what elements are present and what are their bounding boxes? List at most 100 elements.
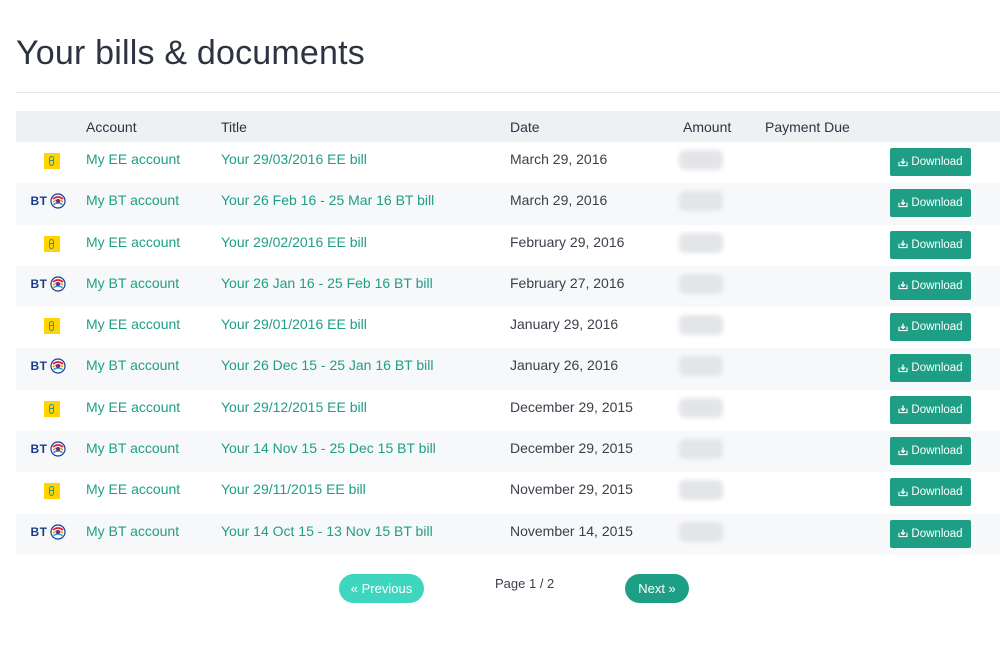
provider-logo-cell	[16, 142, 86, 183]
account-link[interactable]: My BT account	[86, 192, 179, 208]
action-cell: Download	[890, 431, 1000, 472]
title-cell: Your 26 Feb 16 - 25 Mar 16 BT bill	[221, 183, 510, 224]
action-cell: Download	[890, 225, 1000, 266]
bt-logo-text: BT	[30, 524, 48, 539]
bill-title-link[interactable]: Your 29/02/2016 EE bill	[221, 234, 367, 250]
bill-title-link[interactable]: Your 14 Oct 15 - 13 Nov 15 BT bill	[221, 523, 433, 539]
header-title: Title	[221, 119, 247, 135]
action-cell: Download	[890, 514, 1000, 555]
download-button-label: Download	[911, 238, 963, 251]
bill-title-link[interactable]: Your 26 Jan 16 - 25 Feb 16 BT bill	[221, 275, 433, 291]
download-button[interactable]: Download	[890, 271, 971, 300]
bt-logo-icon: BT	[31, 358, 66, 375]
payment-due-cell	[765, 183, 890, 224]
download-button[interactable]: Download	[890, 148, 971, 176]
amount-cell	[679, 348, 765, 389]
account-link[interactable]: My EE account	[86, 151, 180, 167]
amount-cell	[679, 225, 765, 266]
account-cell: My EE account	[86, 307, 221, 348]
table-row: My EE account Your 29/11/2015 EE bill No…	[16, 472, 1000, 513]
provider-logo-cell	[16, 307, 86, 348]
title-cell: Your 26 Dec 15 - 25 Jan 16 BT bill	[221, 348, 510, 389]
page-indicator: Page 1 / 2	[495, 576, 555, 591]
download-button[interactable]: Download	[890, 437, 971, 466]
amount-cell	[679, 472, 765, 513]
bill-title-link[interactable]: Your 29/11/2015 EE bill	[221, 481, 366, 497]
download-icon	[898, 158, 908, 166]
download-button[interactable]: Download	[890, 354, 971, 383]
bt-logo-text: BT	[30, 276, 48, 291]
download-button[interactable]: Download	[890, 395, 971, 424]
bt-globe-icon	[49, 441, 66, 457]
amount-cell	[679, 514, 765, 555]
bill-title-link[interactable]: Your 29/12/2015 EE bill	[221, 399, 367, 415]
table-row: BT My BT account Your 14 Nov 15 - 25 Dec…	[16, 431, 1000, 473]
amount-redacted	[679, 439, 723, 460]
next-page-button[interactable]: Next »	[625, 574, 689, 603]
download-icon	[898, 240, 908, 249]
amount-redacted	[679, 150, 723, 170]
payment-due-cell	[765, 390, 890, 431]
account-link[interactable]: My EE account	[86, 234, 180, 250]
bill-title-link[interactable]: Your 29/03/2016 EE bill	[221, 151, 367, 167]
date-cell: March 29, 2016	[510, 142, 683, 183]
provider-logo-cell	[16, 225, 86, 266]
title-cell: Your 14 Oct 15 - 13 Nov 15 BT bill	[221, 514, 510, 555]
download-button[interactable]: Download	[890, 519, 971, 548]
table-row: My EE account Your 29/02/2016 EE bill Fe…	[16, 225, 1000, 266]
download-button[interactable]: Download	[890, 230, 971, 259]
bill-date: March 29, 2016	[510, 192, 608, 209]
bt-globe-icon	[49, 358, 66, 375]
amount-redacted	[679, 356, 723, 377]
bt-globe-icon	[49, 276, 66, 292]
account-cell: My EE account	[86, 390, 221, 431]
title-cell: Your 29/03/2016 EE bill	[221, 142, 510, 183]
bill-title-link[interactable]: Your 26 Dec 15 - 25 Jan 16 BT bill	[221, 357, 433, 373]
bill-title-link[interactable]: Your 14 Nov 15 - 25 Dec 15 BT bill	[221, 440, 436, 456]
bill-date: November 14, 2015	[510, 522, 633, 539]
download-button[interactable]: Download	[890, 189, 971, 218]
account-link[interactable]: My EE account	[86, 316, 180, 332]
table-row: BT My BT account Your 26 Dec 15 - 25 Jan…	[16, 348, 1000, 390]
amount-cell	[679, 183, 765, 224]
account-link[interactable]: My EE account	[86, 399, 180, 415]
date-cell: January 29, 2016	[510, 307, 683, 348]
account-cell: My EE account	[86, 472, 221, 513]
header-account: Account	[86, 119, 137, 135]
account-link[interactable]: My EE account	[86, 481, 180, 497]
download-button-label: Download	[911, 362, 963, 375]
download-button[interactable]: Download	[890, 313, 971, 342]
bills-table: Account Title Date Amount Payment Due My…	[16, 111, 1000, 555]
account-cell: My BT account	[86, 431, 221, 472]
amount-redacted	[679, 232, 723, 253]
bill-date: January 29, 2016	[510, 316, 619, 333]
previous-page-button[interactable]: « Previous	[339, 574, 424, 603]
action-cell: Download	[890, 307, 1000, 348]
payment-due-cell	[765, 472, 890, 513]
bill-title-link[interactable]: Your 29/01/2016 EE bill	[221, 316, 367, 332]
header-action	[890, 111, 1000, 142]
download-button-label: Download	[911, 156, 963, 168]
bill-title-link[interactable]: Your 26 Feb 16 - 25 Mar 16 BT bill	[221, 192, 434, 208]
provider-logo-cell	[16, 472, 86, 513]
amount-cell	[679, 266, 765, 307]
table-header: Account Title Date Amount Payment Due	[16, 111, 1000, 142]
title-cell: Your 29/02/2016 EE bill	[221, 225, 510, 266]
title-divider	[16, 92, 1000, 93]
account-link[interactable]: My BT account	[86, 440, 179, 456]
download-button-label: Download	[911, 527, 963, 540]
bill-date: December 29, 2015	[510, 398, 633, 415]
ee-logo-icon	[44, 153, 60, 169]
amount-cell	[679, 390, 765, 431]
amount-cell	[679, 307, 765, 348]
amount-redacted	[679, 315, 723, 336]
account-link[interactable]: My BT account	[86, 523, 179, 539]
bill-date: January 26, 2016	[510, 357, 619, 374]
account-cell: My BT account	[86, 514, 221, 555]
account-cell: My BT account	[86, 266, 221, 307]
amount-redacted	[679, 480, 723, 501]
account-link[interactable]: My BT account	[86, 357, 179, 373]
account-link[interactable]: My BT account	[86, 275, 179, 291]
download-button[interactable]: Download	[890, 478, 971, 507]
amount-redacted	[679, 397, 723, 418]
